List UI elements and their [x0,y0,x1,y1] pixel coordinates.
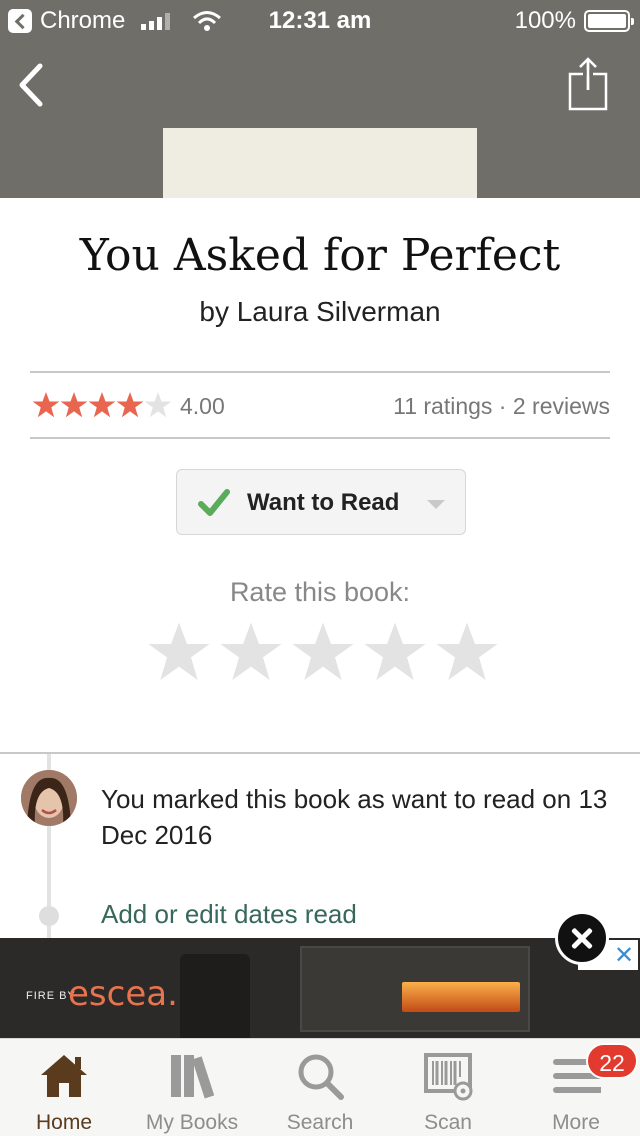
ad-fire-graphic [402,982,520,1012]
tab-home[interactable]: Home [0,1039,128,1136]
tab-search-label: Search [286,1111,354,1134]
ad-chair-graphic [180,954,250,1038]
book-header: Chrome 12:31 am 100% [0,0,640,198]
rate-star-icon[interactable] [435,620,499,684]
home-icon [41,1055,87,1097]
chevron-down-icon[interactable] [427,500,445,509]
star-filled-icon [60,392,88,418]
average-rating-stars [32,391,172,419]
rate-star-icon[interactable] [363,620,427,684]
battery-icon [584,10,634,32]
tab-home-label: Home [35,1111,93,1134]
book-author[interactable]: by Laura Silverman [0,296,640,328]
section-divider [0,752,640,754]
status-bar: Chrome 12:31 am 100% [0,0,640,40]
star-filled-icon [116,392,144,418]
shelf-label: Want to Read [247,489,400,516]
search-icon [298,1054,344,1100]
tab-search[interactable]: Search [256,1039,384,1136]
average-rating: 4.00 [180,393,225,419]
books-icon [171,1055,215,1099]
avatar[interactable] [21,770,77,826]
want-to-read-button[interactable]: Want to Read [176,469,466,535]
tab-my-books-label: My Books [145,1111,239,1134]
notification-badge: 22 [586,1043,638,1079]
ad-brand-logo: escea. [68,974,178,1014]
tab-bar: Home My Books Search Scan More [0,1038,640,1136]
tab-my-books[interactable]: My Books [128,1039,256,1136]
battery-percent: 100% [514,7,576,34]
timeline-dot [39,906,59,926]
tab-scan[interactable]: Scan [384,1039,512,1136]
scan-icon [424,1053,473,1101]
share-icon[interactable] [566,56,610,112]
star-empty-icon [144,392,172,418]
close-ad-icon[interactable] [555,911,609,965]
edit-dates-link[interactable]: Add or edit dates read [101,899,357,930]
book-cover[interactable] [163,128,477,198]
avatar-image [21,770,77,826]
status-bar-right: 100% [514,7,634,35]
ratings-reviews-count[interactable]: 11 ratings · 2 reviews [393,393,610,420]
ad-dismiss-icon[interactable]: ✕ [614,941,634,969]
rate-stars[interactable] [147,620,499,684]
rate-star-icon[interactable] [147,620,211,684]
ad-banner[interactable]: FIRE BY escea. [0,938,640,1038]
tab-scan-label: Scan [424,1111,472,1134]
star-filled-icon [88,392,116,418]
rate-star-icon[interactable] [219,620,283,684]
activity-text: You marked this book as want to read on … [101,784,608,850]
back-arrow-icon[interactable] [14,60,54,110]
check-icon [198,489,230,516]
star-filled-icon [32,392,60,418]
tab-more-label: More [552,1111,600,1134]
book-title: You Asked for Perfect [79,230,561,281]
rate-this-book-label: Rate this book: [229,577,411,607]
rate-star-icon[interactable] [291,620,355,684]
rating-summary[interactable]: 4.00 11 ratings · 2 reviews [30,371,610,439]
